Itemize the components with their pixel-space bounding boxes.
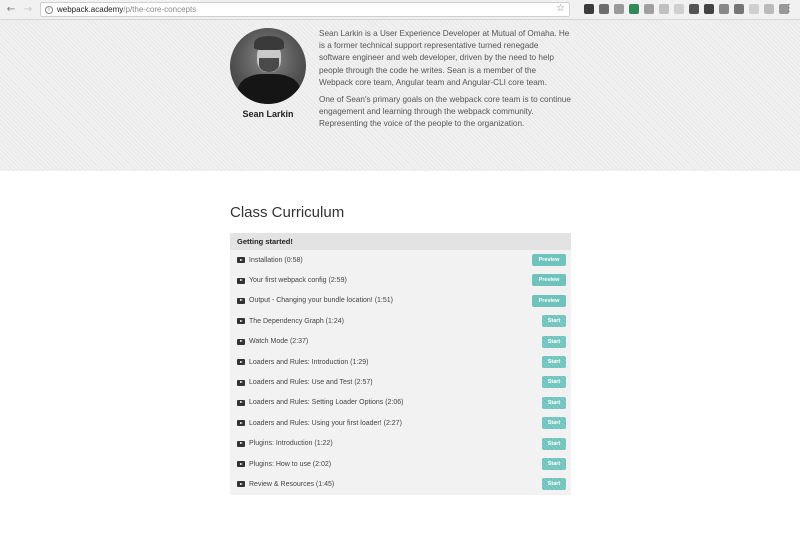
- lesson-title[interactable]: Loaders and Rules: Using your first load…: [249, 420, 402, 427]
- video-icon: [237, 379, 245, 386]
- video-icon: [237, 297, 245, 304]
- lesson-item[interactable]: Loaders and Rules: Setting Loader Option…: [230, 393, 571, 413]
- extension-icon[interactable]: [764, 4, 774, 14]
- lesson-item[interactable]: Output - Changing your bundle location! …: [230, 291, 571, 311]
- video-icon: [237, 257, 245, 264]
- preview-button[interactable]: Preview: [532, 294, 566, 307]
- extension-icon[interactable]: [629, 4, 639, 14]
- video-icon: [237, 359, 245, 366]
- bookmark-star-icon[interactable]: ☆: [556, 3, 565, 14]
- start-button[interactable]: Start: [542, 315, 566, 328]
- extension-icon[interactable]: [734, 4, 744, 14]
- lesson-title[interactable]: Output - Changing your bundle location! …: [249, 297, 393, 304]
- url-host: webpack.academy: [57, 5, 124, 14]
- lesson-item[interactable]: The Dependency Graph (1:24) Start: [230, 311, 571, 331]
- section-header: Getting started!: [230, 233, 571, 250]
- extension-icon[interactable]: [644, 4, 654, 14]
- start-button[interactable]: Start: [542, 478, 566, 491]
- curriculum-list: Getting started! Installation (0:58) Pre…: [230, 233, 571, 495]
- lesson-title[interactable]: Installation (0:58): [249, 257, 303, 264]
- preview-button[interactable]: Preview: [532, 274, 566, 287]
- curriculum-title: Class Curriculum: [230, 204, 345, 221]
- back-icon[interactable]: ←: [5, 4, 17, 16]
- extension-icon[interactable]: [704, 4, 714, 14]
- video-icon: [237, 440, 245, 447]
- extension-icon[interactable]: [749, 4, 759, 14]
- lesson-item[interactable]: Plugins: Introduction (1:22) Start: [230, 434, 571, 454]
- start-button[interactable]: Start: [542, 355, 566, 368]
- extension-icon[interactable]: [584, 4, 594, 14]
- start-button[interactable]: Start: [542, 335, 566, 348]
- address-bar[interactable]: i webpack.academy/p/the-core-concepts ☆: [40, 2, 570, 17]
- extension-icon[interactable]: [689, 4, 699, 14]
- video-icon: [237, 481, 245, 488]
- bio-paragraph: Sean Larkin is a User Experience Develop…: [319, 29, 570, 87]
- start-button[interactable]: Start: [542, 376, 566, 389]
- video-icon: [237, 338, 245, 345]
- author-bio: Sean Larkin is a User Experience Develop…: [319, 28, 571, 131]
- extension-icon[interactable]: [719, 4, 729, 14]
- info-icon[interactable]: i: [45, 5, 53, 14]
- avatar-shirt: [238, 74, 300, 104]
- lesson-item[interactable]: Watch Mode (2:37) Start: [230, 332, 571, 352]
- start-button[interactable]: Start: [542, 457, 566, 470]
- lesson-item[interactable]: Installation (0:58) Preview: [230, 250, 571, 270]
- lesson-title[interactable]: Plugins: How to use (2:02): [249, 461, 331, 468]
- lesson-title[interactable]: Watch Mode (2:37): [249, 338, 308, 345]
- start-button[interactable]: Start: [542, 396, 566, 409]
- lesson-title[interactable]: Loaders and Rules: Use and Test (2:57): [249, 379, 373, 386]
- bio-paragraph: One of Sean's primary goals on the webpa…: [319, 95, 571, 129]
- extension-icon[interactable]: [674, 4, 684, 14]
- start-button[interactable]: Start: [542, 437, 566, 450]
- menu-icon[interactable]: ⋮: [784, 3, 794, 14]
- extension-icon[interactable]: [614, 4, 624, 14]
- extension-icon[interactable]: [599, 4, 609, 14]
- author-name: Sean Larkin: [242, 109, 294, 119]
- video-icon: [237, 399, 245, 406]
- lesson-title[interactable]: Loaders and Rules: Setting Loader Option…: [249, 399, 404, 406]
- lesson-title[interactable]: Your first webpack config (2:59): [249, 277, 347, 284]
- lesson-item[interactable]: Your first webpack config (2:59) Preview: [230, 270, 571, 290]
- lesson-title[interactable]: Loaders and Rules: Introduction (1:29): [249, 359, 368, 366]
- lesson-item[interactable]: Review & Resources (1:45) Start: [230, 474, 571, 494]
- video-icon: [237, 461, 245, 468]
- start-button[interactable]: Start: [542, 417, 566, 430]
- lesson-item[interactable]: Loaders and Rules: Introduction (1:29) S…: [230, 352, 571, 372]
- lesson-title[interactable]: Plugins: Introduction (1:22): [249, 440, 333, 447]
- author-section: Sean Larkin Sean Larkin is a User Experi…: [0, 20, 800, 171]
- avatar-beard: [259, 58, 279, 72]
- url-path: /p/the-core-concepts: [123, 5, 197, 14]
- lesson-item[interactable]: Loaders and Rules: Use and Test (2:57) S…: [230, 372, 571, 392]
- preview-button[interactable]: Preview: [532, 254, 566, 266]
- lesson-title[interactable]: Review & Resources (1:45): [249, 481, 334, 488]
- author-avatar: [230, 28, 306, 104]
- browser-toolbar: ← → ↻ i webpack.academy/p/the-core-conce…: [0, 0, 800, 20]
- video-icon: [237, 318, 245, 325]
- forward-icon[interactable]: →: [22, 4, 34, 16]
- extensions-bar: [584, 4, 789, 14]
- avatar-hair: [254, 36, 284, 50]
- lesson-title[interactable]: The Dependency Graph (1:24): [249, 318, 344, 325]
- extension-icon[interactable]: [659, 4, 669, 14]
- video-icon: [237, 420, 245, 427]
- video-icon: [237, 277, 245, 284]
- lesson-item[interactable]: Plugins: How to use (2:02) Start: [230, 454, 571, 474]
- lesson-item[interactable]: Loaders and Rules: Using your first load…: [230, 413, 571, 433]
